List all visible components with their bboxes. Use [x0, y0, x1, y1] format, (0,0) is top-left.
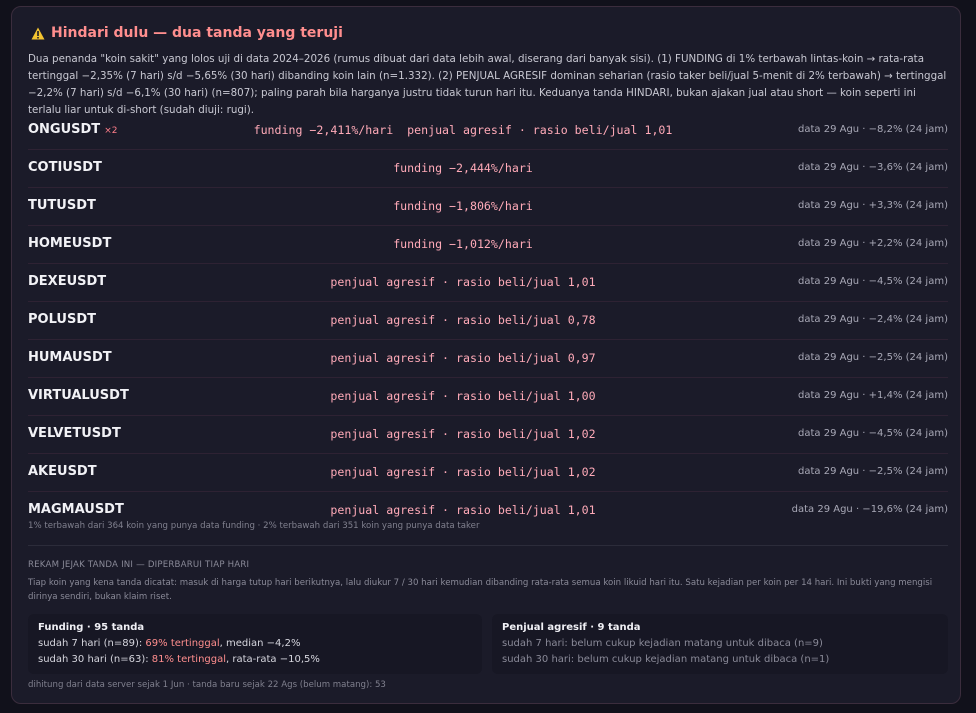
data-date-change: data 29 Agu · −3,6% (24 jam): [798, 162, 948, 173]
coin-symbol-text: VIRTUALUSDT: [28, 388, 129, 403]
data-date-change: data 29 Agu · −19,6% (24 jam): [791, 504, 948, 515]
signal-description: penjual agresif · rasio beli/jual 1,02: [330, 465, 596, 479]
signal-description: funding −1,012%/hari: [393, 237, 533, 251]
section-divider: [28, 545, 948, 546]
funding-track-card: Funding · 95 tanda sudah 7 hari (n=89): …: [28, 614, 482, 674]
signal-row: VELVETUSDT penjual agresif · rasio beli/j…: [28, 416, 948, 454]
coin-symbol: POLUSDT: [28, 312, 96, 327]
warning-icon: [31, 27, 45, 39]
coin-symbol: ONGUSDT ×2: [28, 122, 117, 137]
signal-description: funding −2,444%/hari: [393, 161, 533, 175]
coin-symbol: VELVETUSDT: [28, 426, 121, 441]
data-date-change: data 29 Agu · −2,5% (24 jam): [798, 352, 948, 363]
signal-row: AKEUSDT penjual agresif · rasio beli/jual…: [28, 454, 948, 492]
signal-row: POLUSDT penjual agresif · rasio beli/jual…: [28, 302, 948, 340]
data-date-change: data 29 Agu · −2,4% (24 jam): [798, 314, 948, 325]
data-date-change: data 29 Agu · −4,5% (24 jam): [798, 276, 948, 287]
data-date-change: data 29 Agu · +1,4% (24 jam): [798, 390, 948, 401]
signal-description: penjual agresif · rasio beli/jual 1,01: [330, 503, 596, 517]
coin-symbol-text: POLUSDT: [28, 312, 96, 327]
data-date-change: data 29 Agu · +3,3% (24 jam): [798, 200, 948, 211]
funding-7d-line: sudah 7 hari (n=89): 69% tertinggal, med…: [38, 636, 472, 652]
signal-list: ONGUSDT ×2 funding −2,411%/hari penjual ag…: [28, 112, 948, 529]
signal-description: penjual agresif · rasio beli/jual 1,02: [330, 427, 596, 441]
coin-symbol-text: TUTUSDT: [28, 198, 96, 213]
signal-description: penjual agresif · rasio beli/jual 1,01: [330, 275, 596, 289]
signal-row: HOMEUSDT funding −1,012%/hari data 29 Agu …: [28, 226, 948, 264]
coin-symbol-text: VELVETUSDT: [28, 426, 121, 441]
seller-7d-line: sudah 7 hari: belum cukup kejadian matan…: [502, 638, 823, 649]
coin-symbol: TUTUSDT: [28, 198, 96, 213]
track-record-title: REKAM JEJAK TANDA INI — DIPERBARUI TIAP …: [28, 560, 250, 570]
coverage-footnote: 1% terbawah dari 364 koin yang punya dat…: [28, 521, 480, 531]
track-record-description: Tiap koin yang kena tanda dicatat: masuk…: [28, 578, 933, 602]
signal-row: ONGUSDT ×2 funding −2,411%/hari penjual ag…: [28, 112, 948, 150]
signal-row: COTIUSDT funding −2,444%/hari data 29 Agu …: [28, 150, 948, 188]
seller-track-card: Penjual agresif · 9 tanda sudah 7 hari: …: [492, 614, 948, 674]
panel-title: Hindari dulu — dua tanda yang teruji: [31, 25, 343, 41]
seller-card-title: Penjual agresif · 9 tanda: [502, 622, 641, 633]
funding-30d-prefix: sudah 30 hari (n=63):: [38, 654, 152, 665]
funding-card-title: Funding · 95 tanda: [38, 622, 145, 633]
funding-7d-prefix: sudah 7 hari (n=89):: [38, 638, 146, 649]
data-date-change: data 29 Agu · −8,2% (24 jam): [798, 124, 948, 135]
funding-30d-line: sudah 30 hari (n=63): 81% tertinggal, ra…: [38, 652, 472, 668]
data-date-change: data 29 Agu · −2,5% (24 jam): [798, 466, 948, 477]
avoid-signals-panel: Hindari dulu — dua tanda yang teruji Dua…: [11, 6, 961, 704]
funding-7d-highlight: 69% tertinggal: [145, 638, 220, 649]
coin-symbol: MAGMAUSDT: [28, 502, 124, 517]
signal-description: penjual agresif · rasio beli/jual 0,78: [330, 313, 596, 327]
coin-symbol-text: AKEUSDT: [28, 464, 97, 479]
coin-symbol-text: HUMAUSDT: [28, 350, 112, 365]
signal-row: VIRTUALUSDT penjual agresif · rasio beli/…: [28, 378, 948, 416]
coin-symbol-text: HOMEUSDT: [28, 236, 112, 251]
coin-symbol-text: DEXEUSDT: [28, 274, 107, 289]
coin-symbol: DEXEUSDT: [28, 274, 106, 289]
signal-row: DEXEUSDT penjual agresif · rasio beli/jua…: [28, 264, 948, 302]
coin-symbol: VIRTUALUSDT: [28, 388, 129, 403]
coin-symbol: HUMAUSDT: [28, 350, 112, 365]
signal-description: funding −1,806%/hari: [393, 199, 533, 213]
signal-row: HUMAUSDT penjual agresif · rasio beli/jua…: [28, 340, 948, 378]
coin-symbol-text: COTIUSDT: [28, 160, 102, 175]
coin-symbol: AKEUSDT: [28, 464, 97, 479]
seller-30d-line: sudah 30 hari: belum cukup kejadian mata…: [502, 654, 830, 665]
intro-text: Dua penanda "koin sakit" yang lolos uji …: [28, 53, 947, 116]
signal-count-badge: ×2: [104, 126, 118, 136]
coin-symbol: HOMEUSDT: [28, 236, 111, 251]
funding-7d-suffix: , median −4,2%: [219, 638, 301, 649]
signal-description: penjual agresif · rasio beli/jual 1,00: [330, 389, 596, 403]
track-record-footer: dihitung dari data server sejak 1 Jun · …: [28, 680, 386, 690]
coin-symbol-text: MAGMAUSDT: [28, 502, 124, 517]
coin-symbol-text: ONGUSDT: [28, 122, 101, 137]
signal-row: TUTUSDT funding −1,806%/hari data 29 Agu ·…: [28, 188, 948, 226]
coin-symbol: COTIUSDT: [28, 160, 102, 175]
signal-description: funding −2,411%/hari penjual agresif · r…: [253, 123, 673, 137]
signal-description: penjual agresif · rasio beli/jual 0,97: [330, 351, 596, 365]
data-date-change: data 29 Agu · −4,5% (24 jam): [798, 428, 948, 439]
funding-30d-suffix: , rata-rata −10,5%: [226, 654, 320, 665]
funding-30d-highlight: 81% tertinggal: [151, 654, 227, 665]
panel-title-text: Hindari dulu — dua tanda yang teruji: [51, 25, 343, 41]
data-date-change: data 29 Agu · +2,2% (24 jam): [798, 238, 948, 249]
